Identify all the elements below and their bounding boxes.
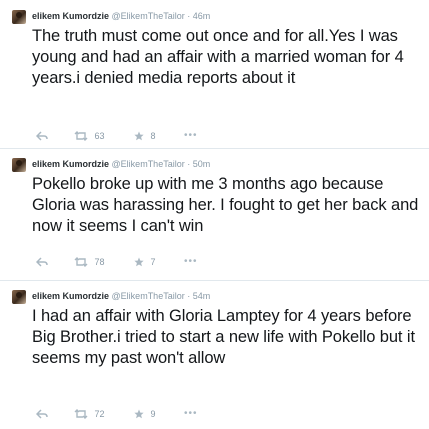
- user-handle[interactable]: @ElikemTheTailor: [112, 291, 185, 301]
- tweet-text: The truth must come out once and for all…: [32, 27, 404, 87]
- reply-icon: [36, 409, 48, 419]
- favorite-icon: [134, 409, 144, 418]
- timestamp[interactable]: 46m: [193, 11, 211, 21]
- separator: ·: [187, 11, 191, 21]
- retweet-button[interactable]: 72: [74, 406, 105, 420]
- reply-button[interactable]: [36, 128, 48, 142]
- more-icon: •••: [184, 130, 198, 141]
- retweet-icon: [74, 408, 88, 419]
- favorite-icon: [134, 131, 144, 140]
- favorite-button[interactable]: 7: [134, 254, 156, 268]
- retweet-count: 63: [94, 130, 105, 141]
- tweet-text: Pokello broke up with me 3 months ago be…: [32, 175, 419, 235]
- favorite-count: 7: [150, 256, 156, 267]
- tweet-header: elikem Kumordzie @ElikemTheTailor · 46m: [32, 10, 210, 22]
- user-name[interactable]: elikem Kumordzie: [32, 291, 109, 301]
- favorite-button[interactable]: 8: [134, 128, 156, 142]
- user-name[interactable]: elikem Kumordzie: [32, 159, 109, 169]
- tweet[interactable]: elikem Kumordzie @ElikemTheTailor · 46m …: [0, 0, 429, 148]
- reply-icon: [36, 131, 48, 141]
- avatar[interactable]: [12, 10, 26, 24]
- favorite-count: 8: [150, 130, 156, 141]
- more-button[interactable]: •••: [184, 128, 198, 142]
- favorite-icon: [134, 257, 144, 266]
- reply-icon: [36, 257, 48, 267]
- timestamp[interactable]: 54m: [193, 291, 211, 301]
- avatar[interactable]: [12, 158, 26, 172]
- retweet-button[interactable]: 78: [74, 254, 105, 268]
- retweet-icon: [74, 130, 88, 141]
- reply-button[interactable]: [36, 406, 48, 420]
- retweet-button[interactable]: 63: [74, 128, 105, 142]
- more-icon: •••: [184, 256, 198, 267]
- more-icon: •••: [184, 408, 198, 419]
- user-handle[interactable]: @ElikemTheTailor: [112, 11, 185, 21]
- favorite-button[interactable]: 9: [134, 406, 156, 420]
- favorite-count: 9: [150, 408, 156, 419]
- tweet-header: elikem Kumordzie @ElikemTheTailor · 50m: [32, 158, 210, 170]
- timestamp[interactable]: 50m: [193, 159, 211, 169]
- retweet-count: 78: [94, 256, 105, 267]
- tweet-feed: elikem Kumordzie @ElikemTheTailor · 46m …: [0, 0, 429, 429]
- more-button[interactable]: •••: [184, 254, 198, 268]
- tweet[interactable]: elikem Kumordzie @ElikemTheTailor · 50m …: [0, 148, 429, 280]
- more-button[interactable]: •••: [184, 406, 198, 420]
- avatar[interactable]: [12, 290, 26, 304]
- tweet[interactable]: elikem Kumordzie @ElikemTheTailor · 54m …: [0, 280, 429, 429]
- reply-button[interactable]: [36, 254, 48, 268]
- user-name[interactable]: elikem Kumordzie: [32, 11, 109, 21]
- retweet-count: 72: [94, 408, 105, 419]
- tweet-header: elikem Kumordzie @ElikemTheTailor · 54m: [32, 290, 210, 302]
- retweet-icon: [74, 256, 88, 267]
- separator: ·: [187, 159, 191, 169]
- tweet-text: I had an affair with Gloria Lamptey for …: [32, 307, 415, 367]
- separator: ·: [187, 291, 191, 301]
- user-handle[interactable]: @ElikemTheTailor: [112, 159, 185, 169]
